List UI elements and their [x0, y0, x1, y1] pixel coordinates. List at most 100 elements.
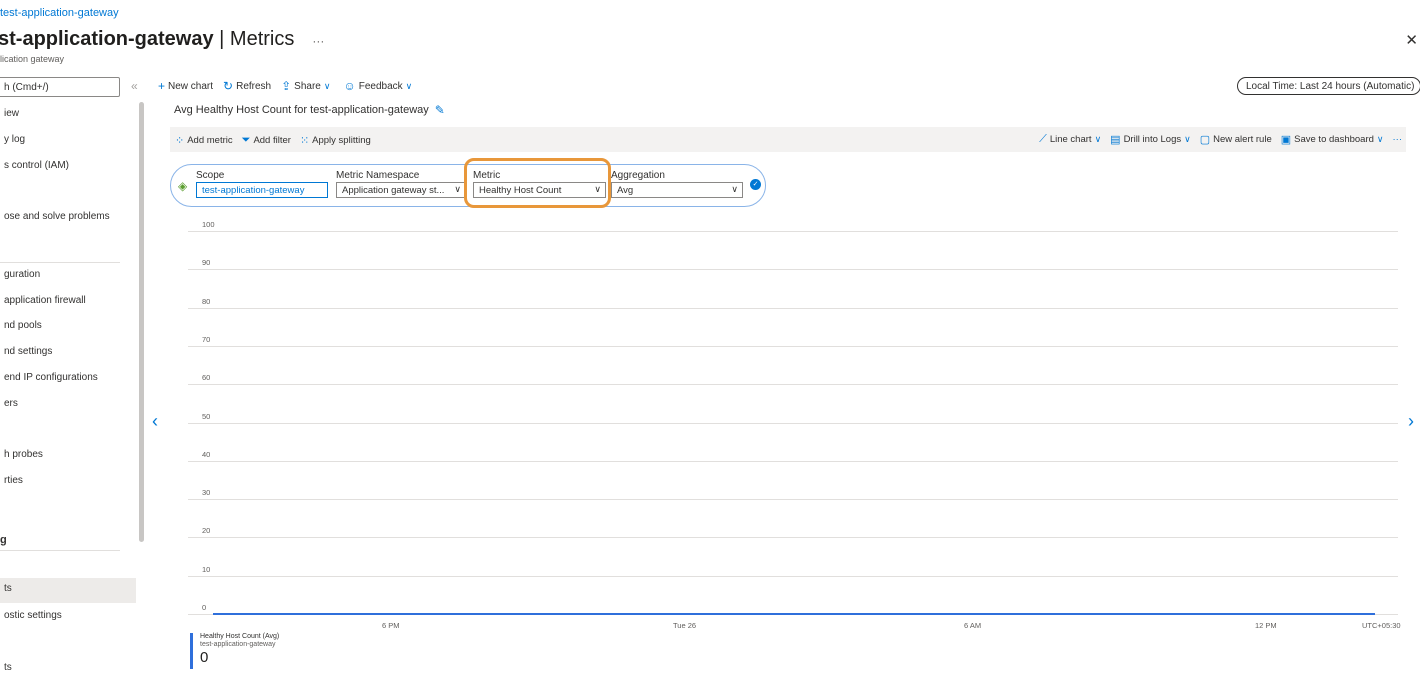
grid-line	[188, 499, 1398, 501]
smiley-icon: ☺	[343, 79, 356, 93]
feedback-button[interactable]: ☺ Feedback ∨	[343, 79, 415, 93]
sidebar-item-backend-settings[interactable]: nd settings	[0, 341, 136, 365]
sidebar-item-diagnose[interactable]: ose and solve problems	[0, 206, 136, 230]
sidebar-item-access-control[interactable]: s control (IAM)	[0, 155, 136, 179]
chevron-down-icon: ∨	[1094, 134, 1102, 144]
pencil-icon[interactable]: ✎	[435, 103, 445, 117]
resource-type-subtitle: lication gateway	[0, 54, 65, 64]
sidebar-item-frontend-ip[interactable]: end IP configurations	[0, 367, 136, 391]
grid-line	[188, 537, 1398, 539]
chart-legend[interactable]: Healthy Host Count (Avg) test-applicatio…	[190, 633, 279, 669]
y-tick-label: 0	[202, 603, 207, 612]
sidebar-item-activity-log[interactable]: y log	[0, 129, 136, 153]
grid-line	[188, 460, 1398, 462]
sidebar-item-metrics[interactable]: ts	[0, 578, 136, 603]
new-alert-rule-button[interactable]: ▢ New alert rule	[1200, 133, 1272, 146]
grid-line	[188, 384, 1398, 386]
y-tick-label: 100	[202, 220, 215, 229]
add-filter-button[interactable]: ⏷ Add filter	[242, 134, 291, 147]
sidebar-item-overview[interactable]: iew	[0, 103, 136, 127]
grid-line	[188, 575, 1398, 577]
time-range-picker[interactable]: Local Time: Last 24 hours (Automatic)	[1237, 77, 1420, 95]
sidebar-item-backend-pools[interactable]: nd pools	[0, 315, 136, 339]
diamond-icon: ◈	[178, 179, 188, 193]
splitting-icon: ⁙	[299, 135, 310, 147]
grid-line	[188, 422, 1398, 424]
scope-field: Scope test-application-gateway	[196, 170, 328, 198]
y-tick-label: 50	[202, 411, 211, 421]
namespace-dropdown[interactable]: Application gateway st... ∨	[336, 182, 466, 198]
y-tick-label: 10	[202, 564, 211, 574]
chart-toolbar: ⁘ Add metric ⏷ Add filter ⁙ Apply splitting…	[170, 127, 1406, 152]
main-toolbar: + New chart ↻ Refresh ⇪ Share ∨ ☺ Feedback ∨	[158, 78, 425, 94]
y-tick-label: 30	[202, 488, 211, 498]
y-tick-label: 90	[202, 258, 211, 268]
x-tick-label: 12 PM	[1255, 621, 1277, 630]
more-options-icon[interactable]: ···	[312, 34, 324, 48]
y-tick-label: 80	[202, 296, 211, 306]
add-metric-icon: ⁘	[175, 135, 185, 147]
legend-value: 0	[200, 649, 209, 666]
aggregation-field: Aggregation Avg ∨	[611, 170, 743, 198]
namespace-field: Metric Namespace Application gateway st.…	[336, 170, 466, 198]
namespace-label: Metric Namespace	[336, 170, 420, 181]
y-tick-label: 20	[202, 526, 211, 536]
plus-icon: +	[158, 79, 166, 93]
scope-label: Scope	[196, 170, 225, 181]
sidebar-item-diagnostic-settings[interactable]: ostic settings	[0, 605, 136, 629]
grid-line	[188, 307, 1398, 309]
check-icon[interactable]: ✓	[750, 179, 761, 190]
breadcrumb[interactable]: test-application-gateway	[0, 7, 119, 19]
chart-title[interactable]: Avg Healthy Host Count for test-applicat…	[174, 104, 429, 116]
scope-input[interactable]: test-application-gateway	[196, 182, 328, 198]
new-chart-button[interactable]: + New chart	[158, 79, 213, 93]
sidebar-item-properties[interactable]: rties	[0, 470, 136, 494]
drill-logs-button[interactable]: ▤ Drill into Logs ∨	[1110, 133, 1191, 146]
chevron-down-icon: ∨	[405, 80, 413, 91]
x-tick-label: 6 PM	[382, 621, 400, 630]
grid-line	[188, 269, 1398, 271]
chevron-down-icon: ∨	[454, 184, 461, 194]
share-icon: ⇪	[281, 79, 292, 93]
sidebar-item-alerts[interactable]: ts	[0, 657, 136, 678]
chevron-down-icon: ∨	[323, 80, 331, 91]
grid-line	[188, 231, 1398, 232]
aggregation-label: Aggregation	[611, 170, 665, 181]
chevron-left-icon[interactable]: ‹	[152, 411, 158, 432]
add-metric-button[interactable]: ⁘ Add metric	[175, 134, 233, 147]
refresh-button[interactable]: ↻ Refresh	[223, 79, 271, 93]
timezone-label: UTC+05:30	[1362, 621, 1401, 630]
grid-line	[188, 345, 1398, 347]
close-icon[interactable]: ✕	[1405, 31, 1418, 49]
chart-title-row: Avg Healthy Host Count for test-applicat…	[174, 103, 445, 117]
search-input[interactable]: h (Cmd+/)	[0, 77, 120, 97]
page-title-row: st-application-gateway | Metrics ···	[0, 28, 324, 51]
line-chart-icon: ⟋	[1039, 133, 1047, 145]
sidebar: h (Cmd+/) « iew y log s control (IAM) os…	[0, 77, 146, 678]
apply-splitting-button[interactable]: ⁙ Apply splitting	[300, 134, 371, 147]
metric-highlight-annotation	[464, 158, 611, 208]
save-dashboard-button[interactable]: ▣ Save to dashboard ∨	[1281, 133, 1384, 146]
more-options-icon[interactable]: ···	[1393, 133, 1403, 146]
y-tick-label: 70	[202, 334, 211, 344]
share-button[interactable]: ⇪ Share ∨	[281, 79, 333, 93]
y-tick-label: 60	[202, 373, 211, 383]
legend-series-name: Healthy Host Count (Avg)	[200, 633, 280, 640]
alert-icon: ▢	[1199, 134, 1211, 146]
line-chart-button[interactable]: ⟋ Line chart ∨	[1039, 133, 1101, 146]
aggregation-dropdown[interactable]: Avg ∨	[611, 182, 743, 198]
sidebar-item-configuration[interactable]: guration	[0, 264, 136, 288]
sidebar-scrollbar[interactable]	[139, 102, 144, 542]
chevron-down-icon: ∨	[1376, 134, 1384, 144]
sidebar-section-monitoring: g	[0, 534, 7, 546]
series-line[interactable]	[213, 613, 1375, 615]
sidebar-item-listeners[interactable]: ers	[0, 393, 136, 417]
sidebar-item-health-probes[interactable]: h probes	[0, 444, 136, 468]
logs-icon: ▤	[1110, 134, 1121, 146]
collapse-sidebar-icon[interactable]: «	[131, 79, 138, 93]
sidebar-item-waf[interactable]: application firewall	[0, 290, 136, 314]
chevron-right-icon[interactable]: ›	[1408, 411, 1414, 432]
x-tick-label: Tue 26	[673, 621, 697, 630]
page-title: st-application-gateway | Metrics	[0, 28, 295, 50]
save-icon: ▣	[1280, 134, 1292, 146]
